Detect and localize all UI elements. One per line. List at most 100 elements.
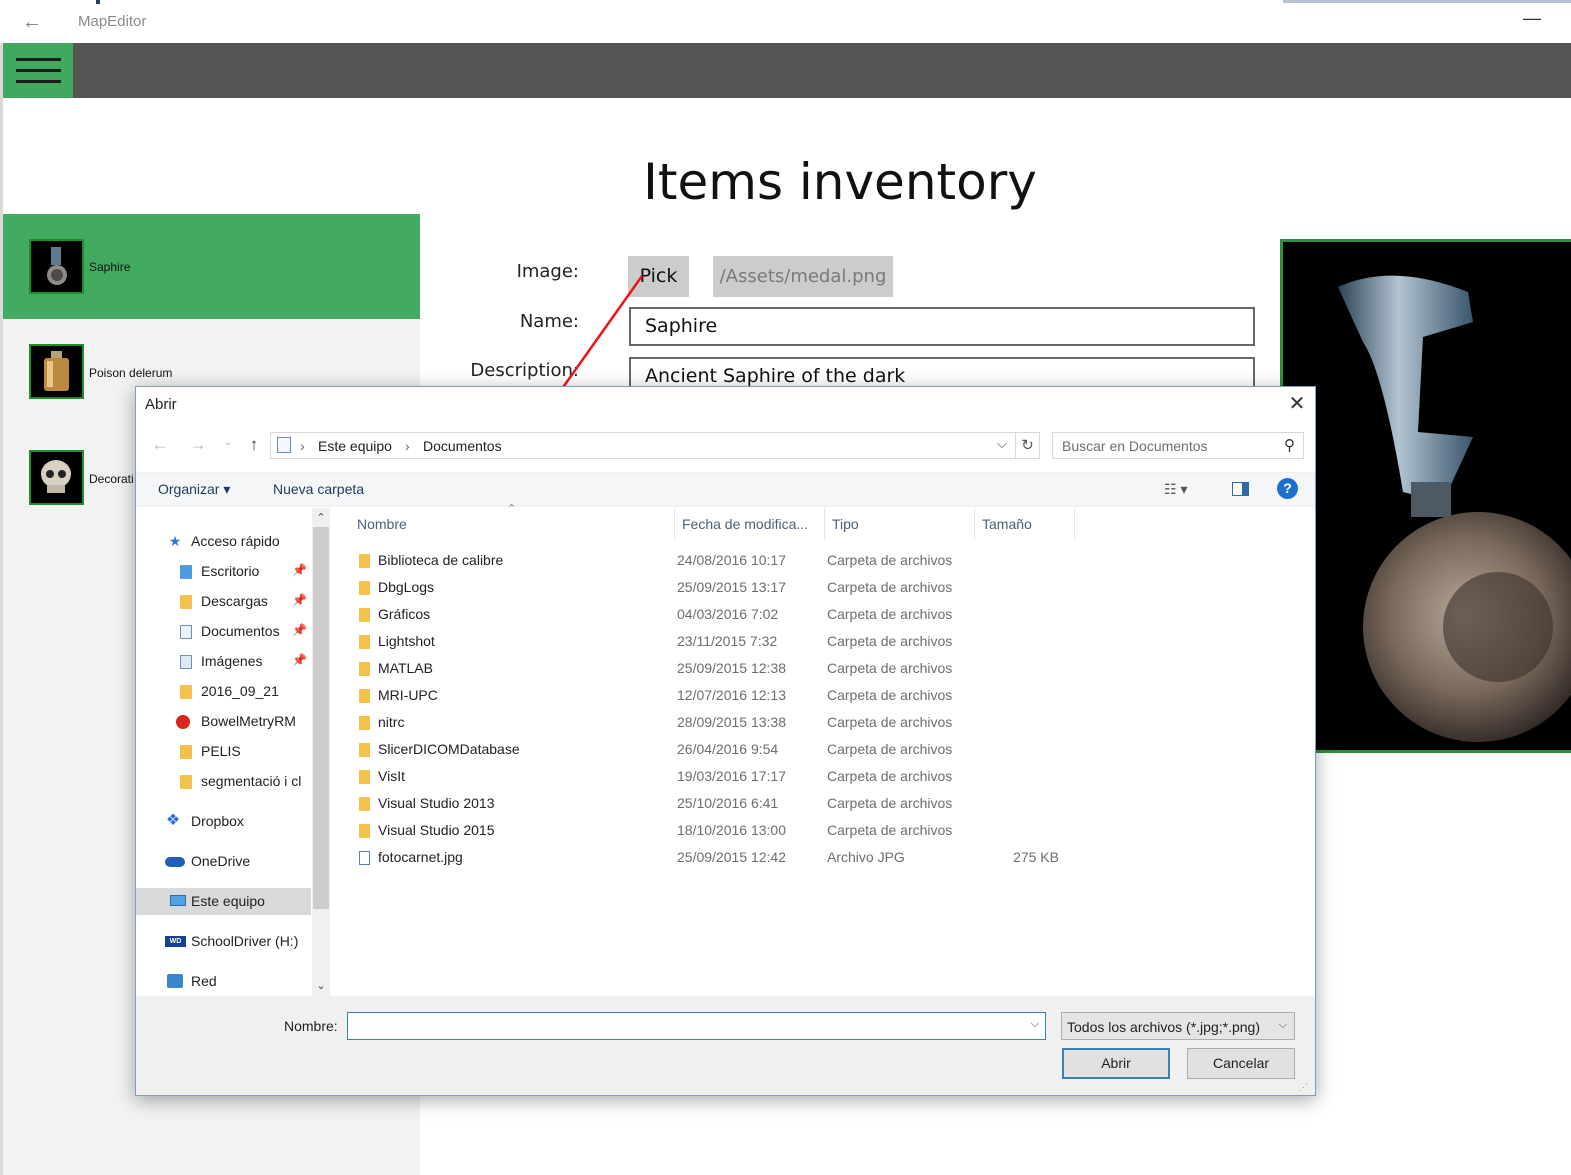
file-type: Carpeta de archivos xyxy=(827,579,953,595)
search-input[interactable]: Buscar en Documentos ⚲ xyxy=(1052,432,1304,459)
column-header-date[interactable]: Fecha de modifica... xyxy=(682,516,808,544)
scroll-up-icon[interactable]: ⌃ xyxy=(312,509,330,527)
nav-2016-09-21[interactable]: 2016_09_21 xyxy=(136,678,311,705)
nav-label: segmentació i cl xyxy=(201,773,302,789)
nav-bowelmetryrm[interactable]: BowelMetryRM xyxy=(136,708,311,735)
view-options-icon[interactable]: ☷ ▾ xyxy=(1164,481,1187,498)
column-divider xyxy=(974,508,975,540)
filename-label: Nombre: xyxy=(284,1018,338,1034)
help-icon[interactable]: ? xyxy=(1277,478,1298,499)
file-row[interactable]: Visual Studio 2015 18/10/2016 13:00 Carpet… xyxy=(347,818,1067,844)
file-row[interactable]: Gráficos 04/03/2016 7:02 Carpeta de archiv… xyxy=(347,602,1067,628)
file-row[interactable]: SlicerDICOMDatabase 26/04/2016 9:54 Carpet… xyxy=(347,737,1067,763)
nav-segmentacio[interactable]: segmentació i cl xyxy=(136,768,311,795)
file-row[interactable]: nitrc 28/09/2015 13:38 Carpeta de archivos xyxy=(347,710,1067,736)
cancel-button[interactable]: Cancelar xyxy=(1187,1048,1295,1079)
documents-icon xyxy=(277,437,291,453)
folder-icon xyxy=(359,716,370,730)
scroll-down-icon[interactable]: ⌄ xyxy=(312,977,330,995)
up-arrow-icon[interactable]: ↑ xyxy=(242,435,266,455)
address-bar[interactable]: › Este equipo › Documentos ⌵ xyxy=(270,432,1040,459)
scrollbar-thumb[interactable] xyxy=(313,527,329,909)
nav-descargas[interactable]: Descargas 📌 xyxy=(136,588,311,615)
breadcrumb-documentos[interactable]: Documentos xyxy=(423,438,502,454)
open-button[interactable]: Abrir xyxy=(1062,1048,1170,1079)
forward-arrow-icon[interactable]: → xyxy=(186,435,210,455)
close-icon[interactable]: ✕ xyxy=(1283,392,1311,418)
breadcrumb-este-equipo[interactable]: Este equipo xyxy=(318,438,392,454)
folder-icon xyxy=(180,745,192,759)
file-date: 25/09/2015 12:38 xyxy=(677,660,786,676)
nav-pelis[interactable]: PELIS xyxy=(136,738,311,765)
filename-input[interactable]: ⌵ xyxy=(347,1012,1046,1040)
search-placeholder: Buscar en Documentos xyxy=(1062,438,1208,454)
file-date: 25/09/2015 13:17 xyxy=(677,579,786,595)
nav-onedrive[interactable]: OneDrive xyxy=(136,848,311,875)
taskbar-fragment xyxy=(96,0,100,4)
file-name: fotocarnet.jpg xyxy=(378,849,463,865)
address-chevron-icon[interactable]: ⌵ xyxy=(997,436,1007,452)
app-toolbar xyxy=(3,43,1571,98)
resize-grip-icon[interactable]: ⋰ xyxy=(1299,1082,1308,1093)
file-size: 275 KB xyxy=(1013,849,1059,865)
nav-este-equipo[interactable]: Este equipo xyxy=(136,888,311,915)
filter-value: Todos los archivos (*.jpg;*.png) xyxy=(1067,1019,1260,1035)
nav-label: SchoolDriver (H:) xyxy=(191,933,299,949)
file-type: Carpeta de archivos xyxy=(827,768,953,784)
column-header-size[interactable]: Tamaño xyxy=(982,516,1032,544)
back-arrow-icon[interactable]: ← xyxy=(148,435,172,455)
file-type-filter[interactable]: Todos los archivos (*.jpg;*.png) ⌵ xyxy=(1061,1012,1295,1040)
column-header-name[interactable]: Nombre xyxy=(357,516,407,544)
organize-button[interactable]: Organizar ▾ xyxy=(158,481,230,498)
star-icon: ★ xyxy=(168,533,182,549)
file-row[interactable]: MATLAB 25/09/2015 12:38 Carpeta de archivo… xyxy=(347,656,1067,682)
cloud-icon xyxy=(165,857,185,867)
nav-schooldriver[interactable]: WD SchoolDriver (H:) xyxy=(136,928,311,955)
file-name: MRI-UPC xyxy=(378,687,438,703)
image-file-icon xyxy=(359,851,370,865)
column-header-type[interactable]: Tipo xyxy=(832,516,859,544)
nav-label: Descargas xyxy=(201,593,268,609)
new-folder-button[interactable]: Nueva carpeta xyxy=(273,481,364,497)
list-item-saphire[interactable]: Saphire xyxy=(3,214,420,319)
file-date: 19/03/2016 17:17 xyxy=(677,768,786,784)
file-type: Carpeta de archivos xyxy=(827,714,953,730)
app-icon xyxy=(176,715,190,729)
nav-red[interactable]: Red xyxy=(136,968,311,995)
app-title: MapEditor xyxy=(78,13,147,30)
nav-documentos[interactable]: Documentos 📌 xyxy=(136,618,311,645)
preview-pane-icon[interactable] xyxy=(1232,482,1249,496)
file-row[interactable]: Visual Studio 2013 25/10/2016 6:41 Carpeta… xyxy=(347,791,1067,817)
folder-icon xyxy=(359,824,370,838)
file-type: Archivo JPG xyxy=(827,849,905,865)
file-row[interactable]: MRI-UPC 12/07/2016 12:13 Carpeta de archiv… xyxy=(347,683,1067,709)
recent-locations-chevron-icon[interactable]: ⌄ xyxy=(216,437,240,448)
nav-acceso-rapido[interactable]: ★ Acceso rápido xyxy=(136,528,311,555)
back-button[interactable]: ← xyxy=(14,8,50,36)
hamburger-menu-button[interactable] xyxy=(3,43,73,98)
navigation-scrollbar[interactable]: ⌃ ⌄ xyxy=(312,508,330,996)
file-row[interactable]: VisIt 19/03/2016 17:17 Carpeta de archivos xyxy=(347,764,1067,790)
refresh-icon[interactable]: ↻ xyxy=(1015,432,1040,459)
open-file-dialog: Abrir ✕ ← → ⌄ ↑ › Este equipo › Document… xyxy=(135,386,1316,1096)
minimize-button[interactable]: — xyxy=(1512,6,1552,36)
file-name: Biblioteca de calibre xyxy=(378,552,504,568)
nav-imagenes[interactable]: Imágenes 📌 xyxy=(136,648,311,675)
file-date: 26/04/2016 9:54 xyxy=(677,741,779,757)
file-row[interactable]: Biblioteca de calibre 24/08/2016 10:17 Car… xyxy=(347,548,1067,574)
chevron-down-icon[interactable]: ⌵ xyxy=(1031,1018,1039,1031)
folder-icon xyxy=(180,775,192,789)
file-row[interactable]: fotocarnet.jpg 25/09/2015 12:42 Archivo JP… xyxy=(347,845,1067,871)
file-row[interactable]: DbgLogs 25/09/2015 13:17 Carpeta de archiv… xyxy=(347,575,1067,601)
list-item-label: Decorati xyxy=(89,472,134,486)
file-date: 24/08/2016 10:17 xyxy=(677,552,786,568)
name-input[interactable]: Saphire xyxy=(629,307,1255,346)
file-name: Gráficos xyxy=(378,606,431,622)
nav-dropbox[interactable]: ❖ Dropbox xyxy=(136,808,311,835)
file-type: Carpeta de archivos xyxy=(827,660,953,676)
page-title: Items inventory xyxy=(643,153,1037,211)
nav-escritorio[interactable]: Escritorio 📌 xyxy=(136,558,311,585)
file-type: Carpeta de archivos xyxy=(827,606,953,622)
file-row[interactable]: Lightshot 23/11/2015 7:32 Carpeta de archi… xyxy=(347,629,1067,655)
file-date: 25/09/2015 12:42 xyxy=(677,849,786,865)
